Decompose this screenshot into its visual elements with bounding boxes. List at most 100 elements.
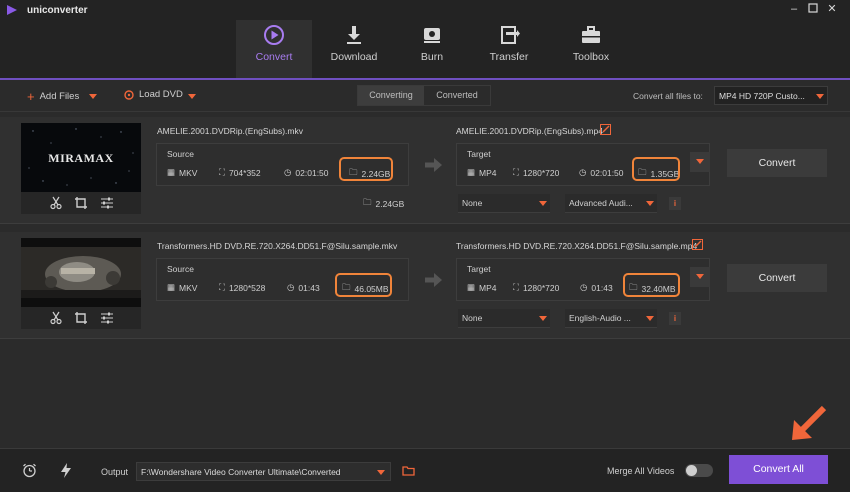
resolution-icon: ⛶ (513, 167, 519, 177)
add-files-dropdown-icon[interactable] (89, 94, 97, 99)
status-tabs: Converting Converted (357, 85, 491, 106)
source-format-value: MKV (179, 167, 198, 178)
tab-converting[interactable]: Converting (358, 86, 424, 105)
crop-icon[interactable] (74, 311, 88, 325)
maximize-icon[interactable] (807, 3, 819, 15)
toolbar: + Add Files Load DVD Converting Converte… (0, 80, 850, 112)
load-dvd-button[interactable]: Load DVD (124, 89, 183, 100)
target-size-highlight (632, 157, 680, 181)
scissors-icon[interactable] (49, 196, 63, 210)
tab-burn[interactable]: Burn (394, 20, 470, 78)
alarm-clock-icon[interactable] (22, 463, 37, 478)
scissors-icon[interactable] (49, 311, 63, 325)
source-duration-value: 01:43 (298, 282, 320, 293)
convert-all-button[interactable]: Convert All (729, 455, 828, 484)
arrow-right-icon (425, 158, 442, 172)
title-bar: uniconverter – ✕ (0, 0, 850, 20)
add-files-button[interactable]: + Add Files (27, 89, 79, 104)
output-path-value: F:\Wondershare Video Converter Ultimate\… (141, 467, 341, 477)
target-duration: ◷ 01:43 (580, 282, 613, 293)
video-thumbnail[interactable]: MIRAMAX (21, 123, 141, 192)
source-resolution: ⛶ 704*352 (219, 167, 261, 178)
target-resolution-value: 1280*720 (522, 282, 560, 293)
thumbnail-tools (21, 192, 141, 214)
source-duration: ◷ 01:43 (287, 282, 320, 293)
output-path-select[interactable]: F:\Wondershare Video Converter Ultimate\… (136, 462, 391, 481)
chevron-down-icon (539, 201, 547, 206)
source-size-highlight (335, 273, 392, 297)
target-resolution-value: 1280*720 (522, 167, 560, 178)
chevron-down-icon (646, 316, 654, 321)
crop-icon[interactable] (74, 196, 88, 210)
chevron-down-icon (816, 94, 824, 99)
audio-select[interactable]: Advanced Audi... (565, 194, 657, 213)
download-icon (347, 26, 361, 44)
source-extra-size-value: 2.24GB (375, 199, 405, 209)
subtitle-value: None (462, 198, 483, 208)
audio-value: English-Audio ... (569, 313, 631, 323)
tab-toolbox[interactable]: Toolbox (553, 20, 629, 78)
open-folder-icon[interactable] (402, 465, 415, 476)
thumbnail-tools (21, 307, 141, 329)
edit-icon[interactable] (600, 124, 611, 135)
target-format-dropdown[interactable] (690, 267, 710, 287)
tab-transfer[interactable]: Transfer (471, 20, 547, 78)
toggle-knob (686, 465, 697, 476)
target-label: Target (467, 149, 491, 159)
tab-converted[interactable]: Converted (424, 86, 490, 105)
target-resolution: ⛶ 1280*720 (513, 282, 559, 293)
target-format-dropdown[interactable] (690, 152, 710, 172)
file-row: MIRAMAX AMELIE.2001.DVDRip.(EngSubs).mkv… (0, 117, 850, 224)
audio-select[interactable]: English-Audio ... (565, 309, 657, 328)
target-file-name: Transformers.HD DVD.RE.720.X264.DD51.F@S… (456, 241, 698, 251)
chevron-down-icon (696, 159, 704, 164)
target-format-value: MP4 (479, 282, 497, 293)
video-thumbnail[interactable] (21, 238, 141, 307)
add-files-label: Add Files (39, 91, 80, 102)
convert-button[interactable]: Convert (727, 264, 827, 292)
tab-download[interactable]: Download (316, 20, 392, 78)
effects-icon[interactable] (100, 196, 114, 210)
effects-icon[interactable] (100, 311, 114, 325)
target-duration-value: 02:01:50 (590, 167, 624, 178)
convert-all-format-value: MP4 HD 720P Custo... (719, 91, 805, 101)
tab-label: Toolbox (572, 51, 610, 63)
source-file-name: Transformers.HD DVD.RE.720.X264.DD51.F@S… (157, 241, 398, 251)
close-icon[interactable]: ✕ (826, 3, 838, 15)
pointer-arrow-icon (792, 405, 827, 440)
target-label: Target (467, 264, 491, 274)
folder-icon: 🗀 (363, 197, 372, 207)
app-logo-icon (7, 5, 17, 15)
target-file-name: AMELIE.2001.DVDRip.(EngSubs).mp4 (456, 126, 603, 136)
info-icon[interactable]: i (669, 312, 681, 325)
clock-icon: ◷ (284, 167, 292, 177)
merge-videos-toggle[interactable] (685, 464, 713, 477)
info-icon[interactable]: i (669, 197, 681, 210)
convert-button[interactable]: Convert (727, 149, 827, 177)
clock-icon: ◷ (580, 282, 588, 292)
convert-all-format-select[interactable]: MP4 HD 720P Custo... (714, 86, 828, 105)
tab-convert[interactable]: Convert (236, 20, 312, 78)
chevron-down-icon (539, 316, 547, 321)
resolution-icon: ⛶ (513, 282, 519, 292)
subtitle-select[interactable]: None (458, 194, 550, 213)
target-format: ▦ MP4 (467, 282, 497, 293)
thumbnail-image (21, 238, 141, 307)
source-duration-value: 02:01:50 (295, 167, 329, 178)
subtitle-select[interactable]: None (458, 309, 550, 328)
source-format: ▦ MKV (167, 167, 197, 178)
chevron-down-icon (377, 470, 385, 475)
transfer-icon (501, 26, 520, 44)
resolution-icon: ⛶ (219, 167, 225, 177)
lightning-icon[interactable] (60, 463, 72, 478)
minimize-icon[interactable]: – (788, 3, 800, 15)
tab-label: Burn (420, 51, 444, 63)
burn-icon (424, 28, 440, 43)
edit-icon[interactable] (692, 239, 703, 250)
disc-icon (124, 89, 134, 100)
clock-icon: ◷ (579, 167, 587, 177)
toolbox-icon (582, 26, 600, 43)
load-dvd-dropdown-icon[interactable] (188, 94, 196, 99)
merge-videos-label: Merge All Videos (607, 466, 675, 476)
plus-icon: + (27, 89, 35, 104)
